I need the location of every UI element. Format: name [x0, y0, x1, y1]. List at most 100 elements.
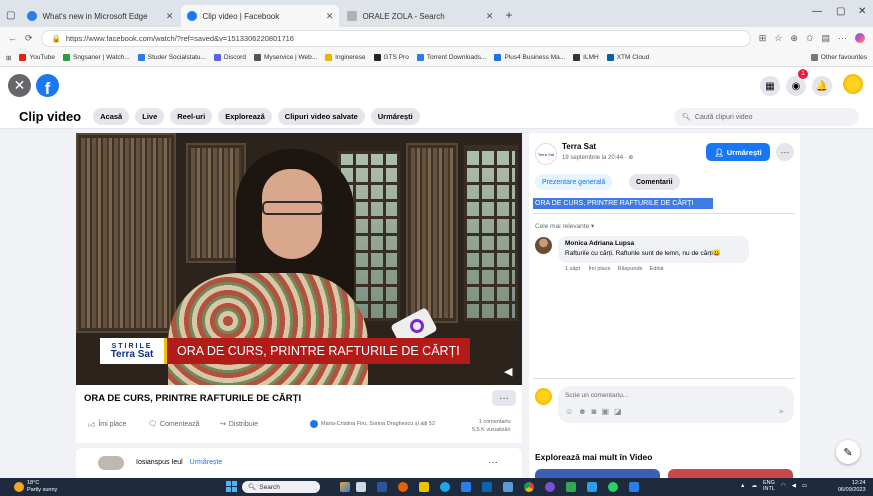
calendar-icon[interactable]	[503, 482, 513, 492]
favorite-item[interactable]: Studer Socialstatu...	[137, 54, 206, 61]
camera-icon[interactable]: ◙	[592, 407, 597, 416]
following-button[interactable]: 👤︎ Urmărești	[706, 143, 770, 161]
comment-input[interactable]: Scrie un comentariu... ☺ ☻ ◙ ▣ ◪ ➤	[558, 386, 794, 423]
app-icon[interactable]	[608, 482, 618, 492]
favorite-item[interactable]: YouTube	[19, 54, 55, 61]
app-icon[interactable]	[629, 482, 639, 492]
battery-icon[interactable]: ▭	[802, 483, 807, 489]
back-icon[interactable]: ←	[8, 33, 17, 43]
tab-overview[interactable]: Prezentare generală	[535, 174, 613, 190]
author-name[interactable]: Iosianspus Ieul	[136, 459, 183, 466]
firefox-icon[interactable]	[398, 482, 408, 492]
favorite-item[interactable]: Sngsaner | Watch...	[63, 54, 130, 61]
commenter-avatar[interactable]	[535, 237, 552, 254]
tab-home[interactable]: Acasă	[93, 107, 130, 125]
cloud-icon[interactable]: ☁	[751, 483, 757, 489]
browser-tab-active[interactable]: Clip video | Facebook ✕	[181, 5, 340, 27]
more-icon[interactable]: ···	[838, 33, 847, 43]
comment-reply-link[interactable]: Răspunde	[618, 266, 643, 272]
favorite-item[interactable]: ILMH	[573, 54, 599, 61]
notifications-bell-icon[interactable]: 🔔	[812, 76, 832, 96]
app-icon[interactable]	[545, 482, 555, 492]
facebook-logo-icon[interactable]: f	[36, 74, 59, 97]
follow-link[interactable]: Urmărește	[190, 459, 223, 466]
minimize-icon[interactable]: —	[812, 6, 822, 17]
sort-dropdown[interactable]: Cele mai relevante ▾	[535, 222, 594, 230]
tab-reels[interactable]: Reel-uri	[170, 107, 213, 125]
menu-grid-icon[interactable]: ▦	[760, 76, 780, 96]
avatar[interactable]	[98, 456, 124, 470]
like-button[interactable]: 👍︎ Îmi place	[88, 420, 126, 429]
volume-icon[interactable]: ◀	[792, 483, 796, 489]
apps-icon[interactable]: ⊞	[6, 54, 11, 62]
tab-comments[interactable]: Comentarii	[629, 174, 680, 190]
comment-like-link[interactable]: Îmi place	[589, 266, 611, 272]
explore-video-thumbnail[interactable]	[535, 469, 660, 478]
chevron-up-icon[interactable]: ▲	[740, 483, 745, 489]
favorites-icon[interactable]: ✩	[806, 33, 814, 44]
other-favorites[interactable]: Other favourites	[810, 54, 867, 61]
share-button[interactable]: ↪ Distribuie	[220, 420, 258, 429]
explore-video-thumbnail[interactable]	[668, 469, 793, 478]
chrome-icon[interactable]	[524, 482, 534, 492]
browser-tab[interactable]: What's new in Microsoft Edge ✕	[21, 5, 179, 27]
browser-tab[interactable]: ORALE ZOLA - Search ✕	[341, 5, 499, 27]
favorite-item[interactable]: XTM Cloud	[606, 54, 649, 61]
weather-widget[interactable]: 18°C Partly sunny	[14, 480, 57, 493]
reactions-summary[interactable]: Maria-Cristina Firu, Sorina Draghescu și…	[310, 420, 435, 428]
file-explorer-icon[interactable]	[419, 482, 429, 492]
favorite-item[interactable]: Inginerese	[325, 54, 366, 61]
url-field[interactable]: 🔒 https://www.facebook.com/watch/?ref=sa…	[40, 29, 751, 47]
messenger-icon[interactable]: ◉	[786, 76, 806, 96]
avatar-sticker-icon[interactable]: ☺	[565, 407, 573, 416]
language-indicator[interactable]: ENG INTL	[763, 480, 775, 492]
page-name[interactable]: Terra Sat	[562, 142, 596, 151]
close-tab-icon[interactable]: ✕	[166, 11, 174, 22]
close-window-icon[interactable]: ✕	[858, 6, 866, 17]
favorite-item[interactable]: GTS Pro	[373, 54, 409, 61]
refresh-icon[interactable]: ⟳	[25, 33, 33, 44]
favorite-item[interactable]: Myservice | Web...	[253, 54, 317, 61]
sticker-icon[interactable]: ◪	[614, 407, 622, 416]
tab-saved-videos[interactable]: Clipuri video salvate	[277, 107, 365, 125]
collections-icon[interactable]: ▤	[821, 33, 830, 44]
windows-start-icon[interactable]	[226, 481, 237, 492]
copilot-icon[interactable]	[855, 33, 865, 43]
profile-avatar[interactable]	[843, 74, 863, 94]
gif-icon[interactable]: ▣	[601, 407, 609, 416]
widgets-icon[interactable]	[340, 482, 350, 492]
search-input[interactable]: 🔍︎ Caută clipuri video	[674, 108, 859, 126]
extensions-icon[interactable]: ⊕	[790, 33, 798, 44]
tab-live[interactable]: Live	[135, 107, 165, 125]
app-icon[interactable]	[566, 482, 576, 492]
outlook-icon[interactable]	[482, 482, 492, 492]
store-icon[interactable]	[461, 482, 471, 492]
workspaces-icon[interactable]: ▢	[6, 10, 15, 21]
taskbar-search[interactable]: 🔍︎ Search	[242, 481, 320, 493]
clock[interactable]: 12:24 06/09/2023	[838, 480, 866, 494]
tab-following[interactable]: Urmărești	[370, 107, 420, 125]
edge-icon[interactable]	[440, 482, 450, 492]
more-options-icon[interactable]: ···	[488, 457, 498, 468]
read-aloud-icon[interactable]: ⊞	[759, 33, 767, 44]
send-icon[interactable]: ➤	[778, 407, 785, 416]
favorite-item[interactable]: Torrent Downloads...	[416, 54, 486, 61]
volume-icon[interactable]: ◀	[504, 365, 512, 378]
comment-button[interactable]: 🗨︎ Comentează	[148, 420, 200, 429]
more-options-button[interactable]: ···	[776, 143, 794, 161]
comment-time[interactable]: 1 săpt.	[565, 266, 582, 272]
comment-author[interactable]: Monica Adriana Lupsa	[565, 240, 742, 247]
more-options-button[interactable]: ···	[492, 390, 516, 406]
close-tab-icon[interactable]: ✕	[326, 11, 334, 22]
close-icon[interactable]: ✕	[8, 74, 31, 97]
emoji-icon[interactable]: ☻	[578, 407, 586, 416]
page-avatar[interactable]: Terra Sat	[535, 143, 557, 165]
app-icon[interactable]	[587, 482, 597, 492]
wifi-icon[interactable]: ◠	[781, 483, 786, 489]
word-icon[interactable]	[377, 482, 387, 492]
favorite-item[interactable]: Plus4 Business Ma...	[494, 54, 565, 61]
maximize-icon[interactable]: ▢	[836, 6, 845, 17]
video-player[interactable]: STIRILE Terra Sat ORA DE CURS, PRINTRE R…	[76, 133, 522, 385]
comment-count[interactable]: 1 comentariu	[472, 419, 511, 427]
close-tab-icon[interactable]: ✕	[486, 11, 494, 22]
